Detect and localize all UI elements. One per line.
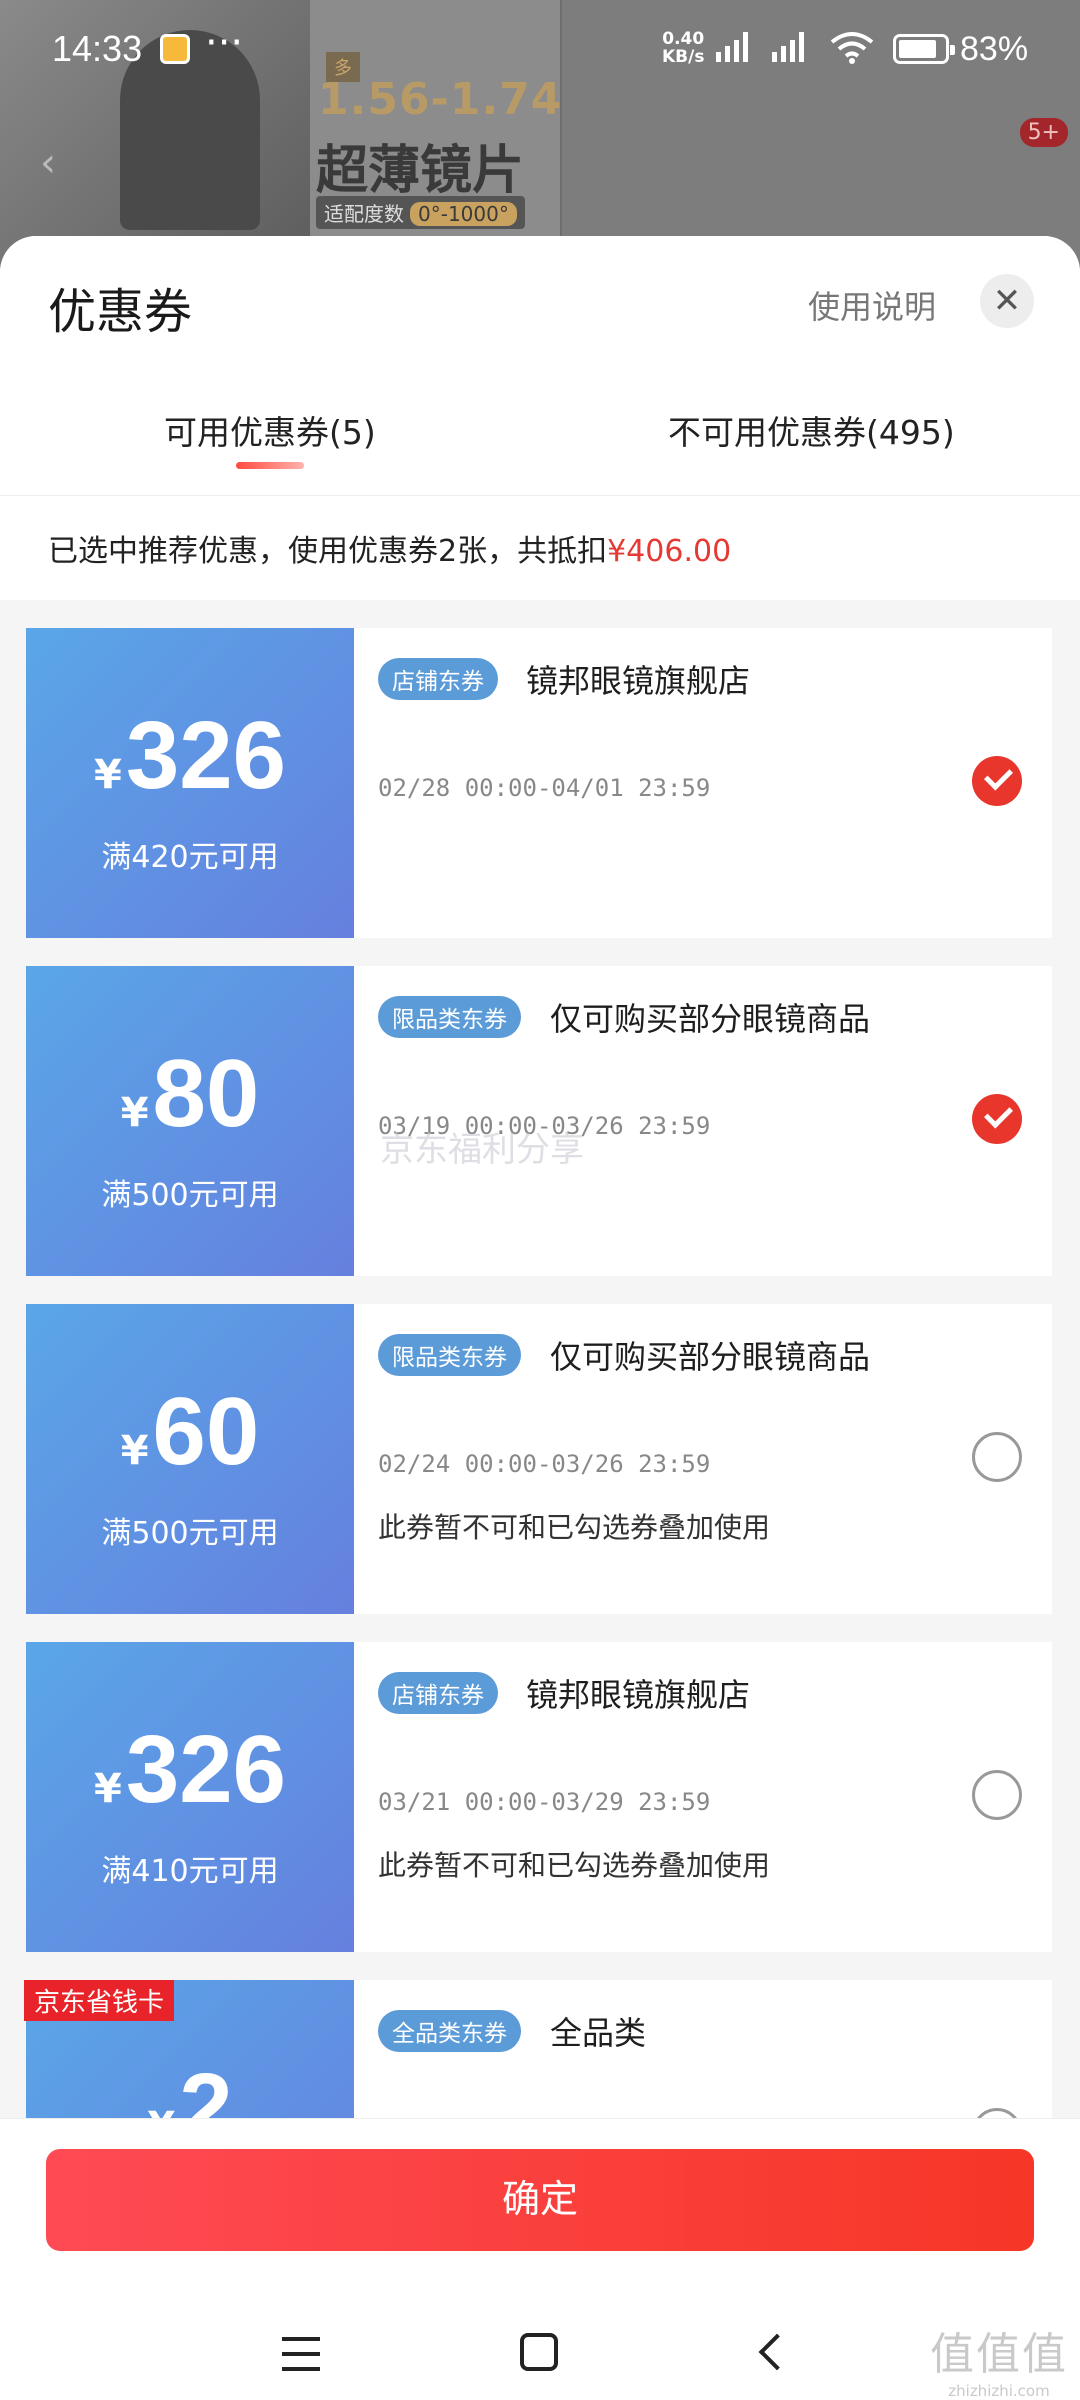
coupon-card[interactable]: ¥326 满420元可用 店铺东券 镜邦眼镜旗舰店 02/28 00:00-04/01 … bbox=[20, 628, 1052, 938]
selection-summary: 已选中推荐优惠，使用优惠券2张，共抵扣¥406.00 bbox=[0, 496, 1080, 600]
currency-symbol: ¥ bbox=[93, 1766, 122, 1812]
more-notifications-icon: ··· bbox=[205, 20, 244, 66]
signal-icon bbox=[716, 30, 748, 62]
wifi-icon bbox=[830, 32, 874, 64]
banner-fit-label: 适配度数 0°-1000° bbox=[316, 196, 525, 229]
footer: 确定 bbox=[0, 2118, 1080, 2400]
site-watermark-small: zhizhizhi.com bbox=[948, 2382, 1050, 2400]
net-speed-value: 0.40 bbox=[662, 29, 705, 49]
coupon-sheet: 优惠券 使用说明 ✕ 可用优惠券(5) 不可用优惠券(495) 已选中推荐优惠，… bbox=[0, 236, 1080, 2400]
coupon-validity: 02/24 00:00-03/26 23:59 bbox=[378, 1450, 711, 1478]
savings-card-label: 京东省钱卡 bbox=[24, 1980, 175, 2021]
nav-menu-icon[interactable] bbox=[282, 2337, 320, 2371]
site-watermark-logo: 值值值 zhizhizhi.com bbox=[930, 2318, 1068, 2400]
currency-symbol: ¥ bbox=[120, 1428, 149, 1474]
coupon-validity: 03/21 00:00-03/29 23:59 bbox=[378, 1788, 711, 1816]
coupon-amount: ¥326 bbox=[26, 1720, 354, 1820]
coupon-type-tag: 店铺东券 bbox=[378, 1672, 498, 1714]
nav-home-icon[interactable] bbox=[520, 2333, 558, 2371]
watermark: 京东福利分享 bbox=[380, 1130, 584, 1170]
currency-symbol: ¥ bbox=[120, 1090, 149, 1136]
summary-text: 已选中推荐优惠，使用优惠券2张，共抵扣 bbox=[48, 534, 608, 569]
coupon-card[interactable]: ¥326 满410元可用 店铺东券 镜邦眼镜旗舰店 03/21 00:00-03/29 … bbox=[20, 1642, 1052, 1952]
coupon-card[interactable]: ¥60 满500元可用 限品类东券 仅可购买部分眼镜商品 02/24 00:00-03/… bbox=[20, 1304, 1052, 1614]
status-bar: 14:33 ··· 0.40 KB/s 83% bbox=[0, 0, 1080, 100]
back-arrow-icon: ‹ bbox=[40, 140, 56, 186]
active-tab-indicator bbox=[236, 462, 304, 469]
notification-app-icon bbox=[160, 34, 190, 64]
network-speed: 0.40 KB/s bbox=[662, 30, 704, 66]
confirm-button[interactable]: 确定 bbox=[46, 2149, 1034, 2251]
coupon-title: 仅可购买部分眼镜商品 bbox=[550, 1338, 871, 1376]
usage-instructions-link[interactable]: 使用说明 bbox=[808, 282, 936, 328]
coupon-value-panel: ¥60 满500元可用 bbox=[20, 1304, 354, 1614]
coupon-value: 326 bbox=[125, 702, 286, 809]
coupon-amount: ¥326 bbox=[26, 706, 354, 806]
coupon-validity: 02/28 00:00-04/01 23:59 bbox=[378, 774, 711, 802]
checked-radio-icon[interactable] bbox=[972, 1094, 1022, 1144]
coupon-condition: 满410元可用 bbox=[101, 1854, 279, 1889]
coupon-details: 限品类东券 仅可购买部分眼镜商品 02/24 00:00-03/26 23:59 此券… bbox=[378, 1304, 1052, 1614]
coupon-amount: ¥60 bbox=[26, 1382, 354, 1482]
coupon-value-panel: ¥80 满500元可用 bbox=[20, 966, 354, 1276]
coupon-note: 此券暂不可和已勾选券叠加使用 bbox=[378, 1511, 771, 1544]
tab-available-coupons[interactable]: 可用优惠券(5) bbox=[164, 406, 376, 454]
sheet-header: 优惠券 使用说明 ✕ 可用优惠券(5) 不可用优惠券(495) bbox=[0, 236, 1080, 496]
coupon-condition: 满500元可用 bbox=[101, 1516, 279, 1551]
coupon-details: 店铺东券 镜邦眼镜旗舰店 03/21 00:00-03/29 23:59 此券暂不可和… bbox=[378, 1642, 1052, 1952]
coupon-amount: ¥80 bbox=[26, 1044, 354, 1144]
battery-icon bbox=[893, 34, 955, 64]
coupon-type-tag: 限品类东券 bbox=[378, 996, 521, 1038]
coupon-title: 镜邦眼镜旗舰店 bbox=[526, 662, 751, 700]
summary-amount: ¥406.00 bbox=[607, 534, 732, 569]
coupon-value-panel: ¥326 满410元可用 bbox=[20, 1642, 354, 1952]
cart-count-badge: 5+ bbox=[1019, 118, 1068, 147]
battery-percent: 83% bbox=[960, 30, 1029, 68]
coupon-condition: 满500元可用 bbox=[101, 1178, 279, 1213]
banner-lens-title: 超薄镜片 bbox=[316, 141, 525, 201]
coupon-title: 全品类 bbox=[550, 2014, 647, 2052]
coupon-type-tag: 限品类东券 bbox=[378, 1334, 521, 1376]
tab-unavailable-coupons[interactable]: 不可用优惠券(495) bbox=[668, 406, 955, 454]
coupon-value: 80 bbox=[152, 1040, 260, 1147]
signal-icon-2 bbox=[772, 30, 804, 62]
currency-symbol: ¥ bbox=[93, 752, 122, 798]
coupon-type-tag: 全品类东券 bbox=[378, 2010, 521, 2052]
coupon-title: 镜邦眼镜旗舰店 bbox=[526, 1676, 751, 1714]
close-button[interactable]: ✕ bbox=[980, 274, 1034, 328]
unchecked-radio-icon[interactable] bbox=[972, 1432, 1022, 1482]
net-speed-unit: KB/s bbox=[662, 47, 705, 67]
coupon-value-panel: ¥326 满420元可用 bbox=[20, 628, 354, 938]
coupon-condition: 满420元可用 bbox=[101, 840, 279, 875]
fit-label-text: 适配度数 bbox=[324, 202, 404, 226]
coupon-value: 326 bbox=[125, 1716, 286, 1823]
site-watermark-big: 值值值 bbox=[930, 2329, 1068, 2380]
coupon-card[interactable]: ¥80 满500元可用 限品类东券 仅可购买部分眼镜商品 03/19 00:00-03/… bbox=[20, 966, 1052, 1276]
coupon-details: 限品类东券 仅可购买部分眼镜商品 03/19 00:00-03/26 23:59 bbox=[378, 966, 1052, 1276]
unchecked-radio-icon[interactable] bbox=[972, 1770, 1022, 1820]
coupon-value: 60 bbox=[152, 1378, 260, 1485]
coupon-type-tag: 店铺东券 bbox=[378, 658, 498, 700]
coupon-title: 仅可购买部分眼镜商品 bbox=[550, 1000, 871, 1038]
coupon-note: 此券暂不可和已勾选券叠加使用 bbox=[378, 1849, 771, 1882]
checked-radio-icon[interactable] bbox=[972, 756, 1022, 806]
status-time: 14:33 bbox=[52, 28, 143, 69]
coupon-details: 店铺东券 镜邦眼镜旗舰店 02/28 00:00-04/01 23:59 bbox=[378, 628, 1052, 938]
sheet-title: 优惠券 bbox=[48, 284, 193, 340]
fit-range: 0°-1000° bbox=[410, 202, 517, 226]
nav-back-icon[interactable] bbox=[758, 2333, 796, 2371]
